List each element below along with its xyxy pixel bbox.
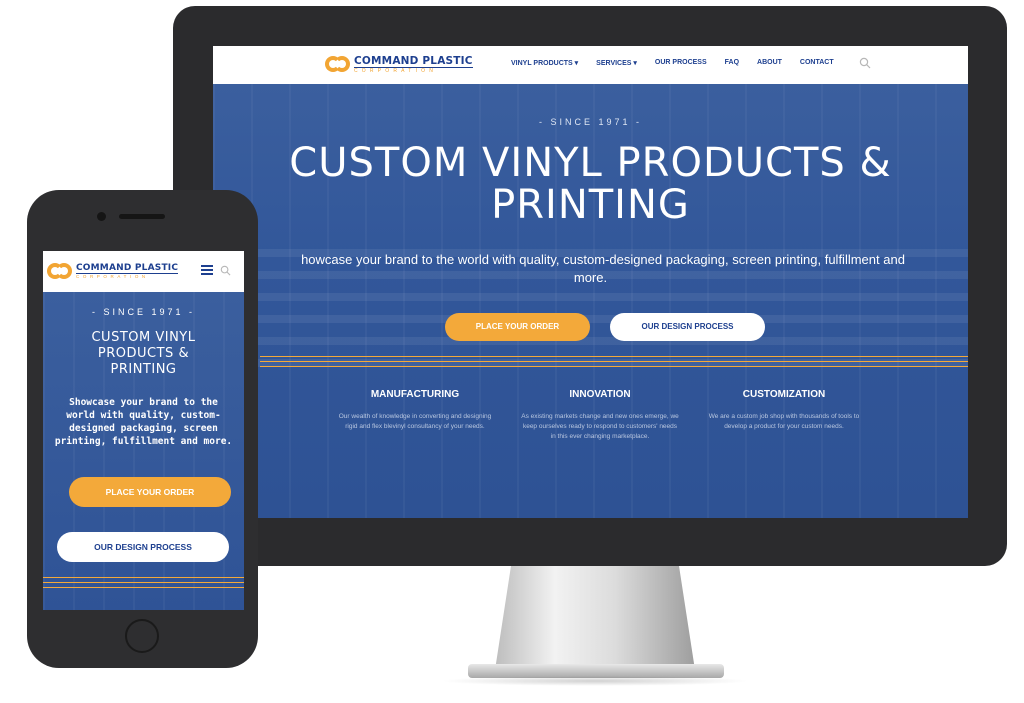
design-process-button[interactable]: OUR DESIGN PROCESS	[57, 532, 229, 562]
divider-line	[260, 366, 968, 367]
hero-title: CUSTOM VINYL PRODUCTS & PRINTING	[213, 142, 968, 226]
mobile-hero: - SINCE 1971 - CUSTOM VINYL PRODUCTS & P…	[43, 292, 244, 610]
hero-subtitle-line2: world with quality, custom-	[66, 410, 221, 421]
design-process-button[interactable]: OUR DESIGN PROCESS	[610, 313, 765, 341]
mobile-screen: COMMAND PLASTIC CORPORATION - SINCE 1971…	[43, 251, 244, 610]
feature-text: Our wealth of knowledge in converting an…	[338, 413, 492, 430]
desktop-menu: VINYL PRODUCTS ▾ SERVICES ▾ OUR PROCESS …	[511, 59, 834, 67]
logo-subtitle: CORPORATION	[354, 67, 438, 74]
place-order-button[interactable]: PLACE YOUR ORDER	[445, 313, 590, 341]
nav-faq[interactable]: FAQ	[725, 59, 739, 67]
logo-subtitle: CORPORATION	[76, 274, 149, 280]
divider-line	[43, 577, 244, 578]
hero-since: - SINCE 1971 -	[91, 307, 196, 317]
feature-customization: CUSTOMIZATION We are a custom job shop w…	[704, 389, 864, 432]
divider-line	[43, 582, 244, 583]
monitor-shadow	[440, 676, 750, 686]
desktop-hero: - SINCE 1971 - CUSTOM VINYL PRODUCTS & P…	[213, 84, 968, 518]
hero-subtitle: Showcase your brand to the world with qu…	[43, 396, 244, 448]
cp-logo-icon	[325, 54, 351, 76]
feature-innovation: INNOVATION As existing markets change an…	[520, 389, 680, 442]
hero-title-line1: CUSTOM VINYL PRODUCTS &	[289, 140, 892, 186]
hero-title-line1: CUSTOM VINYL	[91, 330, 196, 345]
logo-name: COMMAND PLASTIC	[354, 55, 473, 68]
feature-text: As existing markets change and new ones …	[521, 413, 679, 440]
feature-manufacturing: MANUFACTURING Our wealth of knowledge in…	[335, 389, 495, 432]
hero-subtitle-line3: designed packaging, screen	[69, 423, 218, 434]
hero-subtitle-line1: howcase your brand to the world with qua…	[301, 252, 905, 267]
desktop-navbar: COMMAND PLASTIC CORPORATION VINYL PRODUC…	[213, 46, 968, 85]
monitor-stand-neck	[495, 566, 695, 670]
hamburger-icon[interactable]	[201, 265, 213, 277]
nav-our-process[interactable]: OUR PROCESS	[655, 59, 707, 67]
phone-speaker	[119, 214, 165, 219]
divider-line	[260, 361, 968, 362]
hero-title: CUSTOM VINYL PRODUCTS & PRINTING	[43, 330, 244, 378]
hero-title-line2: PRINTING	[491, 182, 690, 228]
feature-title: CUSTOMIZATION	[742, 389, 826, 400]
place-order-button[interactable]: PLACE YOUR ORDER	[69, 477, 231, 507]
feature-text: We are a custom job shop with thousands …	[708, 413, 860, 430]
hero-subtitle-line4: printing, fulfillment and more.	[54, 436, 233, 447]
desktop-logo[interactable]: COMMAND PLASTIC CORPORATION	[325, 53, 473, 77]
mobile-navbar: COMMAND PLASTIC CORPORATION	[43, 251, 244, 292]
logo-name: COMMAND PLASTIC	[76, 263, 179, 275]
feature-title: INNOVATION	[569, 389, 631, 400]
divider-line	[43, 587, 244, 588]
search-icon[interactable]	[220, 265, 232, 277]
hero-title-line3: PRINTING	[110, 362, 177, 377]
feature-title: MANUFACTURING	[370, 389, 460, 400]
desktop-screen: COMMAND PLASTIC CORPORATION VINYL PRODUC…	[213, 46, 968, 518]
divider-line	[260, 356, 968, 357]
nav-contact[interactable]: CONTACT	[800, 59, 834, 67]
hero-title-line2: PRODUCTS &	[97, 346, 190, 361]
hero-since: - SINCE 1971 -	[538, 117, 643, 127]
nav-services[interactable]: SERVICES ▾	[596, 59, 637, 67]
phone-home-button[interactable]	[125, 619, 159, 653]
hero-subtitle-line2: more.	[573, 270, 608, 285]
cp-logo-icon	[47, 261, 73, 283]
search-icon[interactable]	[859, 57, 873, 71]
phone-camera	[97, 212, 106, 221]
hero-subtitle-line1: Showcase your brand to the	[69, 397, 218, 408]
nav-vinyl-products[interactable]: VINYL PRODUCTS ▾	[511, 59, 578, 67]
mobile-logo[interactable]: COMMAND PLASTIC CORPORATION	[47, 261, 179, 283]
nav-about[interactable]: ABOUT	[757, 59, 782, 67]
